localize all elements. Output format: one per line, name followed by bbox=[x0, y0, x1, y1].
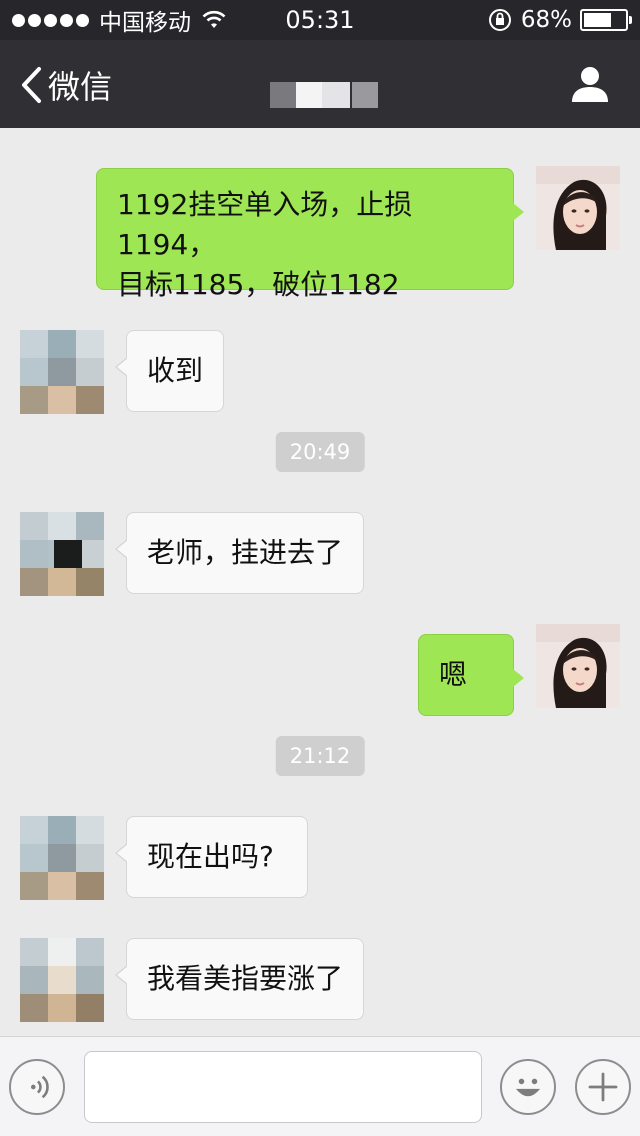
contact-avatar[interactable] bbox=[20, 938, 104, 1022]
battery-percent: 68% bbox=[520, 7, 572, 33]
chat-title-obscured bbox=[268, 68, 380, 110]
message-text: 1192挂空单入场，止损1194， 目标1185，破位1182 bbox=[117, 188, 413, 301]
chevron-left-icon bbox=[22, 67, 41, 103]
nav-bar: 微信 bbox=[0, 40, 640, 128]
my-avatar[interactable] bbox=[536, 624, 620, 708]
profile-icon[interactable] bbox=[570, 64, 610, 104]
contact-avatar[interactable] bbox=[20, 816, 104, 900]
message-bubble-sent[interactable]: 1192挂空单入场，止损1194， 目标1185，破位1182 bbox=[96, 168, 524, 301]
chat-area[interactable]: 1192挂空单入场，止损1194， 目标1185，破位1182 收到 20:49 bbox=[0, 128, 640, 1036]
message-timestamp: 20:49 bbox=[275, 432, 365, 472]
message-text: 现在出吗? bbox=[147, 840, 274, 873]
voice-button[interactable] bbox=[9, 1059, 65, 1115]
voice-icon bbox=[30, 1075, 49, 1099]
message-bubble-received[interactable]: 老师，挂进去了 bbox=[115, 512, 364, 594]
plus-icon bbox=[588, 1072, 618, 1102]
message-bubble-received[interactable]: 收到 bbox=[115, 330, 224, 412]
contact-avatar[interactable] bbox=[20, 512, 104, 596]
emoji-button[interactable] bbox=[500, 1059, 556, 1115]
more-button[interactable] bbox=[575, 1059, 631, 1115]
back-button[interactable]: 微信 bbox=[20, 62, 112, 108]
message-timestamp: 21:12 bbox=[275, 736, 365, 776]
message-text: 老师，挂进去了 bbox=[147, 536, 344, 569]
emoji-icon bbox=[515, 1078, 541, 1097]
message-bubble-received[interactable]: 现在出吗? bbox=[115, 816, 308, 898]
status-bar: 中国移动 05:31 68% bbox=[0, 0, 640, 40]
contact-avatar[interactable] bbox=[20, 330, 104, 414]
input-bar bbox=[0, 1036, 640, 1136]
message-text: 我看美指要涨了 bbox=[147, 962, 344, 995]
back-label: 微信 bbox=[48, 68, 113, 106]
message-input[interactable] bbox=[84, 1051, 482, 1123]
message-text: 收到 bbox=[147, 354, 204, 387]
message-text: 嗯 bbox=[439, 658, 468, 691]
message-bubble-sent[interactable]: 嗯 bbox=[418, 634, 524, 716]
battery-level bbox=[584, 13, 612, 27]
my-avatar[interactable] bbox=[536, 166, 620, 250]
message-bubble-received[interactable]: 我看美指要涨了 bbox=[115, 938, 364, 1020]
battery-icon bbox=[580, 9, 632, 31]
rotation-lock-icon bbox=[488, 9, 511, 31]
